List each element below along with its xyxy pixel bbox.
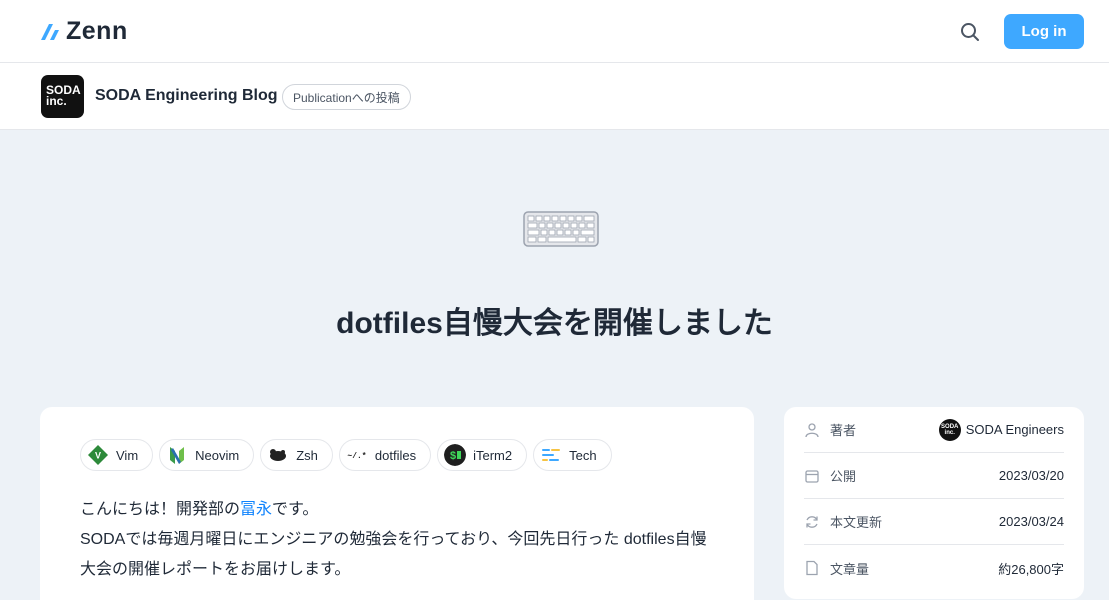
svg-text:~/.*: ~/.* (347, 452, 366, 461)
refresh-icon (806, 515, 818, 528)
zenn-logo-mark-icon (41, 24, 59, 40)
search-icon[interactable] (958, 20, 982, 44)
topic-neovim[interactable]: Neovim (159, 439, 255, 471)
length-label: 文章量 (830, 561, 870, 577)
author-link[interactable]: 冨永 (240, 501, 272, 518)
body-greeting: こんにちは！開発部の (80, 501, 241, 518)
vim-icon: V (88, 445, 108, 465)
published-date: 2023/03/20 (998, 468, 1064, 483)
topic-dotfiles[interactable]: ~/.* dotfiles (338, 439, 432, 471)
person-icon (805, 422, 819, 437)
zenn-logo-text: Zenn (66, 17, 128, 45)
article-body: こんにちは！開発部の冨永です。 SODAでは毎週月曜日にエンジニアの勉強会を行っ… (80, 495, 720, 585)
document-icon (806, 560, 818, 576)
body-greeting-suffix: です。 (272, 501, 319, 518)
author-name: SODA Engineers (965, 422, 1064, 437)
publication-bar: SODA inc. SODA Engineering Blog Publicat… (0, 63, 1109, 130)
author-value[interactable]: SODA inc. SODA Engineers (938, 418, 1064, 441)
publication-logo-line2: inc. (46, 94, 67, 108)
info-author-row: 著者 SODA inc. SODA Engineers (804, 407, 1064, 453)
publication-badge: Publicationへの投稿 (282, 84, 411, 110)
updated-date: 2023/03/24 (998, 514, 1064, 529)
topic-label: Vim (116, 447, 139, 463)
author-avatar: SODA inc. (938, 418, 961, 441)
body-paragraph-1: こんにちは！開発部の冨永です。 (80, 495, 720, 525)
svg-text:V: V (95, 451, 101, 461)
topic-iterm2[interactable]: $ iTerm2 (437, 439, 528, 471)
published-label: 公開 (830, 469, 857, 484)
publication-name[interactable]: SODA Engineering Blog (95, 87, 278, 105)
zsh-icon (270, 449, 287, 461)
topic-label: dotfiles (374, 447, 417, 463)
length-value: 約26,800字 (998, 561, 1064, 577)
site-header: Zenn Log in (0, 0, 1109, 63)
topic-label: Tech (569, 447, 597, 463)
publication-logo[interactable]: SODA inc. (41, 75, 84, 118)
article-info-card: 著者 SODA inc. SODA Engineers 公開 2023/03/20… (784, 407, 1084, 599)
zenn-logo[interactable]: Zenn (40, 18, 128, 44)
topic-tech[interactable]: Tech (533, 439, 612, 471)
info-length-row: 文章量 約26,800字 (804, 545, 1064, 591)
body-paragraph-2: SODAでは毎週月曜日にエンジニアの勉強会を行っており、今回先日行った dotf… (80, 531, 707, 578)
updated-label: 本文更新 (830, 515, 883, 530)
iterm2-icon: $ (444, 444, 467, 466)
topic-label: Zsh (296, 447, 318, 463)
neovim-icon (170, 447, 185, 464)
tech-icon (542, 449, 561, 461)
svg-text:$: $ (450, 451, 457, 463)
author-label: 著者 (830, 423, 857, 438)
login-button[interactable]: Log in (1004, 14, 1084, 49)
keyboard-emoji-icon (523, 211, 599, 247)
info-updated-row: 本文更新 2023/03/24 (804, 499, 1064, 545)
info-published-row: 公開 2023/03/20 (804, 453, 1064, 499)
article-title: dotfiles自慢大会を開催しました (336, 307, 773, 340)
topic-vim[interactable]: V Vim (80, 439, 154, 471)
dotfiles-icon: ~/.* (347, 452, 366, 461)
topic-list: V Vim Neovim Zsh ~/.* dotfiles $ iTerm2 … (80, 439, 612, 471)
calendar-icon (805, 469, 819, 483)
topic-zsh[interactable]: Zsh (260, 439, 333, 471)
article-card: V Vim Neovim Zsh ~/.* dotfiles $ iTerm2 … (40, 407, 754, 600)
topic-label: iTerm2 (473, 447, 513, 463)
topic-label: Neovim (195, 447, 240, 463)
